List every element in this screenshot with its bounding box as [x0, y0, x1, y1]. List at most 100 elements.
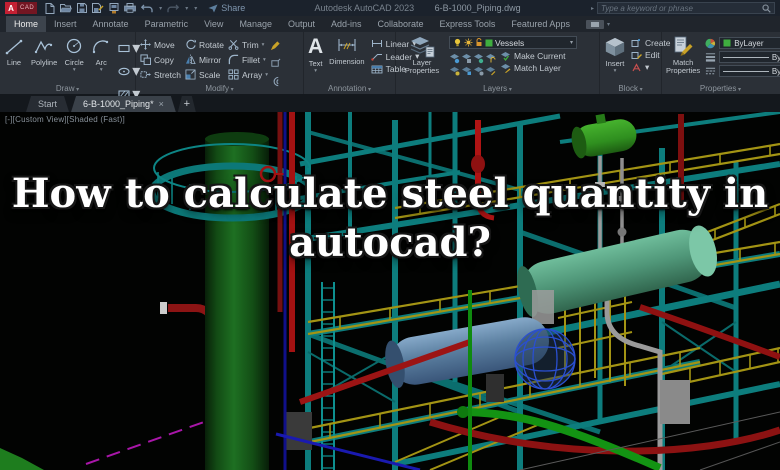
new-file-button[interactable] [45, 2, 55, 14]
save-as-button[interactable] [92, 3, 104, 13]
plot-button[interactable] [109, 2, 119, 14]
tool-line[interactable]: Line [4, 37, 24, 67]
table-icon [371, 65, 383, 73]
match-layer-icon [501, 64, 511, 73]
title-bar: A CAD ▾ ▾ ▾ Share Autodesk AutoCAD 2023 … [0, 0, 780, 16]
ribbon-tab-manage[interactable]: Manage [231, 16, 280, 32]
layer-color-swatch [485, 39, 493, 46]
layer-tool-icon[interactable] [461, 63, 472, 75]
ribbon-tab-insert[interactable]: Insert [46, 16, 85, 32]
panel-label-modify[interactable]: Modify [136, 84, 303, 93]
layer-tool-icon[interactable] [449, 51, 460, 64]
ribbon-tab-featured-apps[interactable]: Featured Apps [503, 16, 578, 32]
tool-trim[interactable]: Trim ▾ [228, 39, 268, 50]
tool-scale[interactable]: Scale [185, 69, 224, 80]
ribbon-display-toggle-button[interactable] [585, 19, 604, 29]
arc-caret-icon[interactable]: ▾ [100, 67, 103, 73]
ribbon-tab-parametric[interactable]: Parametric [137, 16, 197, 32]
ribbon-tab-addins[interactable]: Add-ins [323, 16, 370, 32]
search-icon[interactable] [762, 3, 771, 13]
save-button[interactable] [77, 3, 88, 13]
linear-icon [371, 40, 382, 47]
tool-polyline[interactable]: Polyline [31, 37, 57, 67]
layer-tool-icon[interactable] [485, 63, 496, 76]
layer-tool-icon[interactable] [461, 51, 472, 63]
layer-unlock-icon [476, 38, 482, 46]
panel-label-block[interactable]: Block [600, 84, 661, 93]
polyline-icon [34, 40, 53, 54]
color-value: ByLayer [734, 38, 764, 48]
insert-block-button[interactable]: Insert ▾ [604, 36, 626, 74]
drawing-viewport[interactable]: [-][Custom View][Shaded (Fast)] How to c… [0, 112, 780, 470]
layer-tool-icon[interactable] [485, 51, 496, 63]
layer-properties-icon [410, 37, 435, 58]
tool-copy[interactable]: Copy [140, 54, 181, 65]
ribbon-tab-view[interactable]: View [196, 16, 231, 32]
panel-label-properties[interactable]: Properties [662, 84, 779, 93]
tool-array[interactable]: Array ▾ [228, 69, 268, 80]
color-dropdown[interactable]: ByLayer ▾ [719, 37, 780, 49]
headline-line2: autocad? [289, 218, 491, 266]
tool-stretch[interactable]: Stretch [140, 69, 181, 80]
viewport-controls[interactable]: [-][Custom View][Shaded (Fast)] [5, 115, 125, 124]
layer-dropdown[interactable]: Vessels ▾ [449, 36, 577, 49]
panel-label-draw[interactable]: Draw [0, 84, 135, 93]
search-box[interactable] [597, 2, 775, 14]
layer-tool-icon[interactable] [473, 51, 484, 64]
undo-button[interactable] [141, 4, 153, 13]
tool-arc[interactable]: Arc ▾ [91, 37, 111, 73]
ribbon-tab-collaborate[interactable]: Collaborate [370, 16, 432, 32]
close-tab-icon[interactable]: × [159, 99, 164, 109]
lineweight-value: ByLayer [771, 52, 780, 62]
tool-dimension[interactable]: Dimension [329, 36, 365, 74]
tool-fillet[interactable]: Fillet ▾ [228, 54, 268, 65]
erase-tool-icon[interactable] [270, 38, 281, 56]
layer-dropdown-caret-icon[interactable]: ▾ [570, 39, 573, 46]
search-input[interactable] [601, 3, 762, 13]
ribbon-tab-express-tools[interactable]: Express Tools [432, 16, 504, 32]
lineweight-dropdown[interactable]: ByLayer [719, 51, 780, 63]
match-properties-button[interactable]: Match Properties [666, 36, 700, 77]
linetype-dropdown[interactable]: ByLayer [719, 65, 780, 77]
text-caret-icon[interactable]: ▾ [314, 68, 317, 74]
ribbon-tab-bar: Home Insert Annotate Parametric View Man… [0, 16, 780, 32]
print-button[interactable] [124, 3, 137, 13]
ribbon-tab-home[interactable]: Home [6, 16, 47, 32]
ribbon-tab-annotate[interactable]: Annotate [85, 16, 137, 32]
autocad-logo[interactable]: A CAD [5, 2, 38, 14]
make-current-button[interactable]: Make Current [500, 51, 566, 61]
tool-circle[interactable]: Circle ▾ [64, 37, 84, 73]
layer-properties-button[interactable]: Layer Properties [400, 36, 444, 75]
panel-label-layers[interactable]: Layers [396, 84, 599, 93]
circle-caret-icon[interactable]: ▾ [73, 67, 76, 73]
tool-text[interactable]: A Text ▾ [308, 36, 323, 74]
new-drawing-tab-button[interactable]: + [178, 96, 196, 112]
make-current-icon [501, 52, 510, 61]
tool-rotate[interactable]: Rotate [185, 39, 224, 50]
panel-label-annotation[interactable]: Annotation [304, 84, 395, 93]
layer-tool-icon[interactable] [473, 63, 484, 76]
redo-caret-icon[interactable]: ▾ [185, 5, 188, 12]
file-tab-start[interactable]: Start [26, 96, 69, 112]
search-expand-icon[interactable]: ▸ [591, 5, 594, 12]
match-layer-button[interactable]: Match Layer [500, 63, 566, 73]
share-button[interactable]: Share [208, 3, 245, 13]
tool-mirror[interactable]: Mirror [185, 54, 224, 65]
open-file-button[interactable] [60, 3, 73, 13]
redo-button[interactable] [167, 4, 180, 13]
match-properties-icon [674, 36, 693, 56]
undo-caret-icon[interactable]: ▾ [159, 5, 162, 12]
tool-move[interactable]: Move [140, 39, 181, 50]
layer-tool-icon[interactable] [449, 63, 460, 76]
panel-annotation: A Text ▾ Dimension Linear ▾ Leader ▾ Table… [304, 32, 419, 94]
qat-customize-icon[interactable]: ▾ [194, 5, 197, 12]
linetype-value: ByLayer [771, 66, 780, 76]
ribbon-tab-output[interactable]: Output [280, 16, 323, 32]
app-title: Autodesk AutoCAD 2023 [314, 3, 415, 13]
insert-caret-icon[interactable]: ▾ [614, 68, 617, 74]
dimension-icon [338, 39, 356, 51]
ribbon-display-caret-icon[interactable]: ▾ [607, 21, 610, 28]
file-tab-document[interactable]: 6-B-1000_Piping* × [71, 96, 176, 112]
rectangle-icon [118, 44, 130, 52]
explode-tool-icon[interactable] [270, 56, 281, 74]
